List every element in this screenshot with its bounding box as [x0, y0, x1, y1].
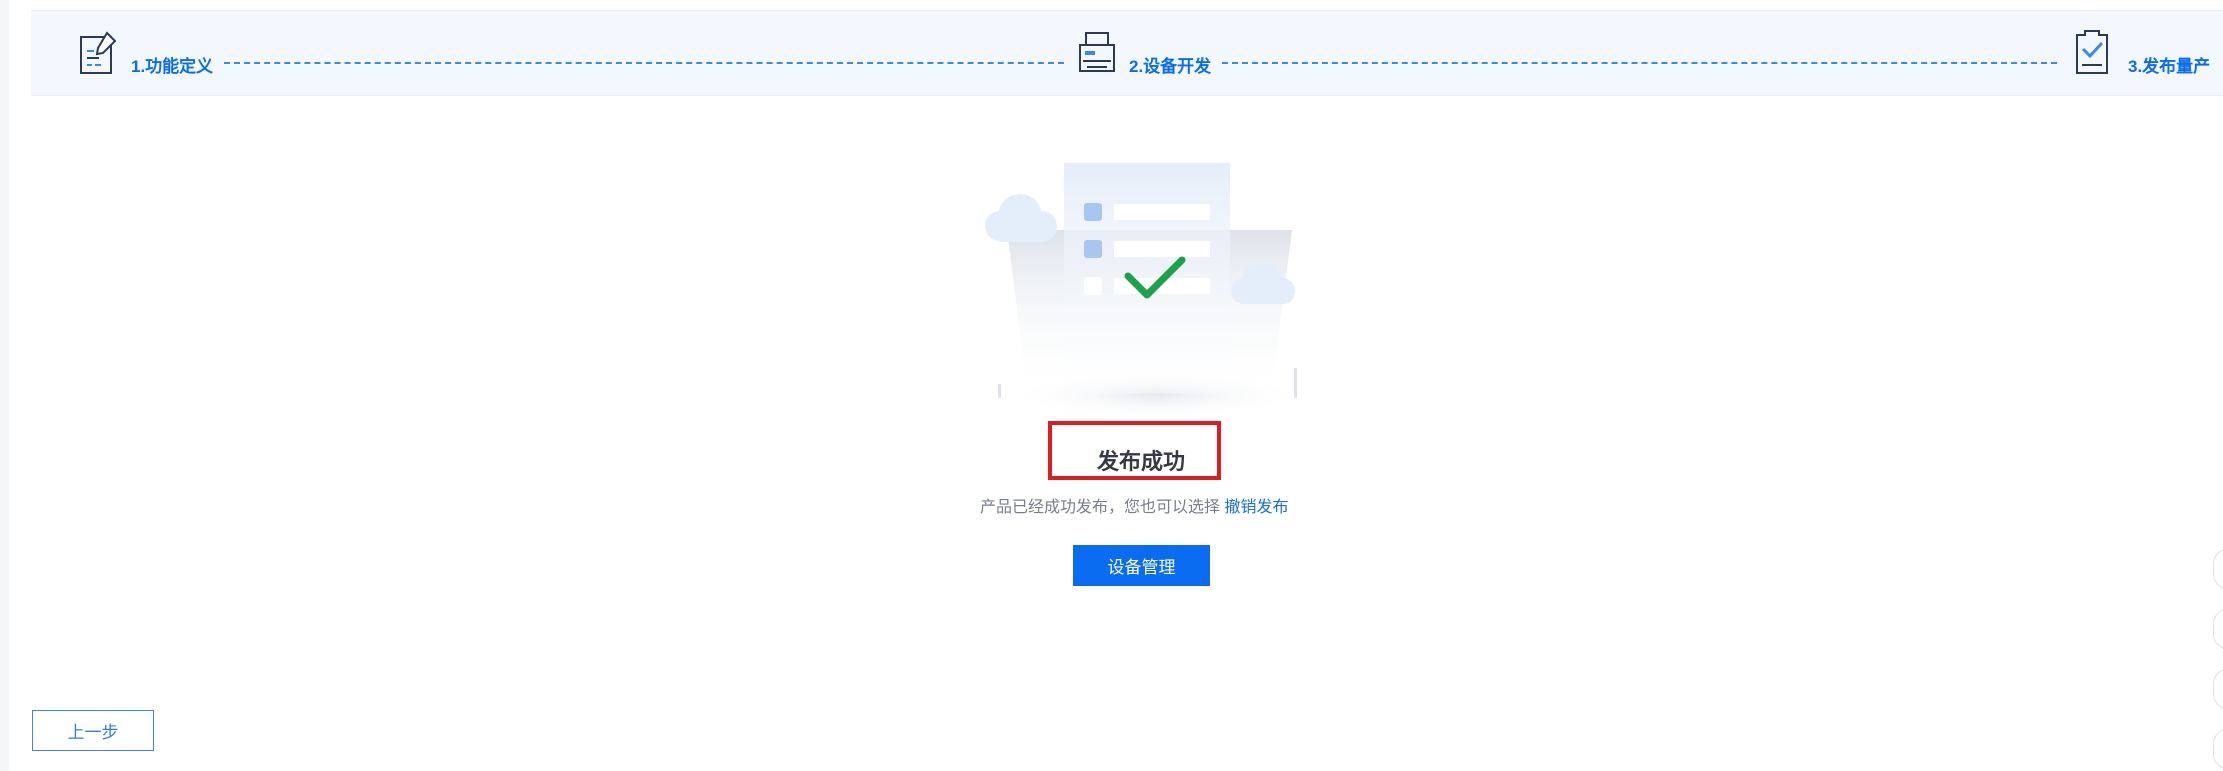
side-float-tab-3[interactable]	[2213, 668, 2223, 710]
success-description-text: 产品已经成功发布，您也可以选择	[980, 499, 1221, 516]
document-edit-icon	[80, 31, 117, 74]
steps-bar: 1.功能定义 2.设备开发 3.发布量产	[31, 10, 2223, 96]
left-edge	[0, 0, 9, 771]
device-management-button[interactable]: 设备管理	[1073, 545, 1210, 586]
step-2-label: 2.设备开发	[1129, 57, 1212, 76]
success-description: 产品已经成功发布，您也可以选择 撤销发布	[980, 493, 1288, 517]
step-1-label: 1.功能定义	[131, 57, 214, 76]
success-title: 发布成功	[1096, 449, 1185, 474]
step-3-label: 3.发布量产	[2128, 57, 2211, 76]
revoke-publish-link[interactable]: 撤销发布	[1224, 499, 1288, 516]
step-connector-2	[1222, 62, 2057, 64]
side-float-tab-2[interactable]	[2213, 608, 2223, 650]
step-connector-1	[224, 62, 1064, 64]
publish-success-illustration	[985, 163, 1307, 419]
publish-page: 1.功能定义 2.设备开发 3.发布量产 发布成功 产品已经成功发布，您也可以选…	[0, 0, 2223, 771]
side-float-tab-1[interactable]	[2213, 548, 2223, 590]
previous-step-button[interactable]: 上一步	[32, 710, 154, 751]
printer-device-icon	[1079, 32, 1115, 72]
side-float-tab-4[interactable]	[2213, 728, 2223, 770]
clipboard-check-icon	[2076, 30, 2108, 74]
